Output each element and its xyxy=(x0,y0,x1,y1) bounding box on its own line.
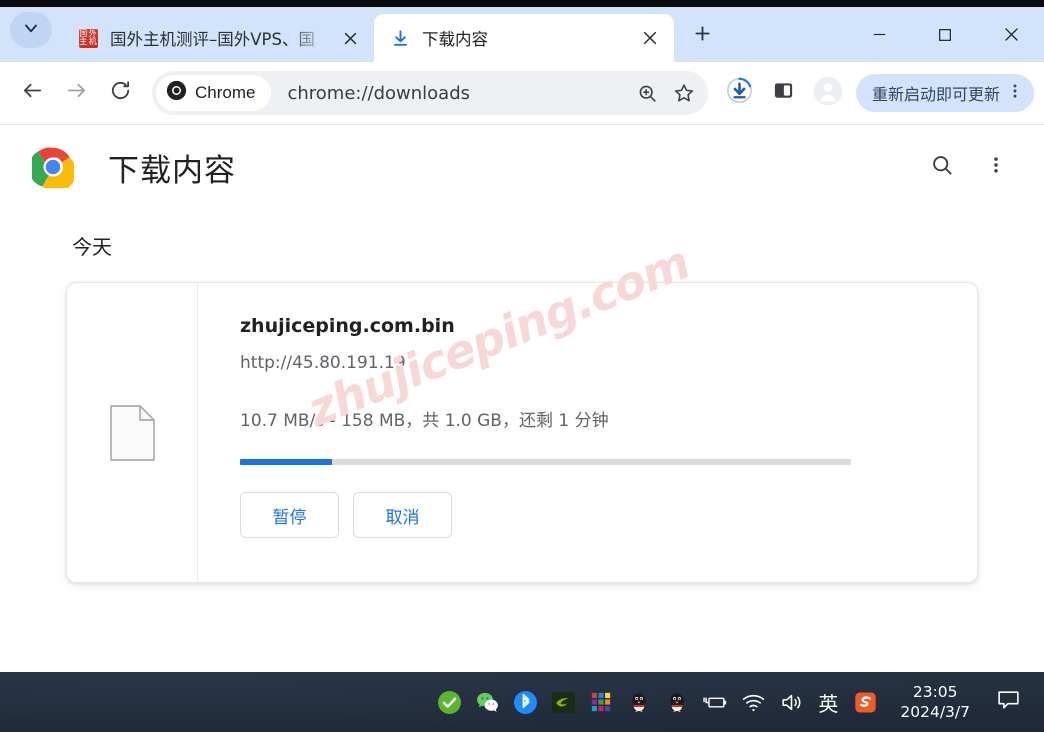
nvidia-icon[interactable] xyxy=(550,689,576,715)
tab-guowai-zhuji-ceping[interactable]: 国外主机 国外主机测评–国外VPS、国 xyxy=(62,14,374,62)
profile-avatar-button[interactable] xyxy=(808,73,848,113)
chrome-chip-label: Chrome xyxy=(195,83,255,103)
wechat-icon[interactable] xyxy=(474,689,500,715)
notification-icon xyxy=(996,687,1021,717)
new-tab-button[interactable] xyxy=(682,16,722,56)
date-group-heading: 今天 xyxy=(72,231,978,260)
volume-icon[interactable] xyxy=(778,689,804,715)
forward-button[interactable] xyxy=(54,71,98,115)
tab-strip: 国外主机 国外主机测评–国外VPS、国 下载内容 xyxy=(0,0,1044,62)
reload-button[interactable] xyxy=(98,71,142,115)
search-icon xyxy=(930,153,954,182)
chrome-origin-chip[interactable]: Chrome xyxy=(156,75,271,111)
tab-close-button[interactable] xyxy=(336,24,364,52)
download-icon xyxy=(390,28,410,48)
wifi-icon[interactable] xyxy=(740,689,766,715)
tab-close-button[interactable] xyxy=(636,24,664,52)
avatar-icon xyxy=(813,76,843,111)
downloads-more-menu-button[interactable] xyxy=(974,145,1018,189)
address-bar-url[interactable]: chrome://downloads xyxy=(287,83,630,104)
downloads-button[interactable] xyxy=(720,73,760,113)
qq-icon-2[interactable] xyxy=(664,689,690,715)
system-tray: 英 xyxy=(436,688,878,717)
generic-file-icon xyxy=(110,405,155,461)
security-check-icon[interactable] xyxy=(436,689,462,715)
download-source-url[interactable]: http://45.80.191.19 xyxy=(240,353,937,373)
update-button-label: 重新启动即可更新 xyxy=(872,81,1000,105)
tabs-container: 国外主机 国外主机测评–国外VPS、国 下载内容 xyxy=(62,0,722,62)
qq-icon[interactable] xyxy=(626,689,652,715)
desktop-background: 国外主机 国外主机测评–国外VPS、国 下载内容 xyxy=(0,0,1044,732)
tab-title: 国外主机测评–国外VPS、国 xyxy=(110,26,336,50)
side-panel-button[interactable] xyxy=(764,73,804,113)
download-action-buttons: 暂停 取消 xyxy=(240,492,937,538)
download-status-text: 10.7 MB/s - 158 MB，共 1.0 GB，还剩 1 分钟 xyxy=(240,406,937,431)
address-bar[interactable]: Chrome chrome://downloads xyxy=(152,71,708,115)
three-dots-vertical-icon xyxy=(986,154,1006,181)
plus-icon xyxy=(692,23,713,49)
color-grid-icon[interactable] xyxy=(588,689,614,715)
cancel-button[interactable]: 取消 xyxy=(353,492,452,538)
download-progress-fill xyxy=(240,459,332,465)
download-progress-bar xyxy=(240,459,851,465)
close-button[interactable] xyxy=(978,7,1044,62)
reload-icon xyxy=(109,79,132,107)
downloads-list: 今天 zhujiceping.com.bin http://45.80.191.… xyxy=(0,231,1044,583)
chrome-icon xyxy=(166,80,187,106)
minimize-button[interactable] xyxy=(846,7,912,62)
sogou-input-icon[interactable] xyxy=(852,689,878,715)
site-favicon-red-icon: 国外主机 xyxy=(78,28,98,48)
downloads-page-header: 下载内容 xyxy=(0,125,1044,209)
bluetooth-icon[interactable] xyxy=(512,689,538,715)
battery-icon[interactable] xyxy=(702,689,728,715)
tab-search-button[interactable] xyxy=(10,12,52,48)
tab-title: 下载内容 xyxy=(422,26,636,50)
ime-language-indicator[interactable]: 英 xyxy=(818,688,838,717)
browser-toolbar: Chrome chrome://downloads xyxy=(0,62,1044,125)
bookmark-star-icon[interactable] xyxy=(666,75,702,111)
notification-center-button[interactable] xyxy=(988,681,1028,723)
clock-date: 2024/3/7 xyxy=(900,702,970,722)
download-progress-icon xyxy=(726,77,753,109)
taskbar-clock[interactable]: 23:05 2024/3/7 xyxy=(900,682,970,722)
side-panel-icon xyxy=(772,79,795,107)
back-button[interactable] xyxy=(10,71,54,115)
download-details: zhujiceping.com.bin http://45.80.191.19 … xyxy=(198,283,977,582)
download-file-icon-column xyxy=(67,283,198,582)
windows-taskbar: 英 23:05 2024/3/7 xyxy=(0,672,1044,732)
chevron-down-icon xyxy=(21,18,41,43)
arrow-right-icon xyxy=(65,79,88,107)
clock-time: 23:05 xyxy=(900,682,970,702)
search-downloads-button[interactable] xyxy=(920,145,964,189)
zoom-in-icon[interactable] xyxy=(630,75,666,111)
maximize-button[interactable] xyxy=(912,7,978,62)
three-dots-vertical-icon[interactable] xyxy=(1006,81,1024,106)
downloads-page: 下载内容 今天 xyxy=(0,125,1044,672)
chrome-browser-window: 国外主机 国外主机测评–国外VPS、国 下载内容 xyxy=(0,0,1044,672)
tab-downloads[interactable]: 下载内容 xyxy=(374,14,674,62)
pause-button[interactable]: 暂停 xyxy=(240,492,339,538)
page-title: 下载内容 xyxy=(108,145,236,190)
update-available-button[interactable]: 重新启动即可更新 xyxy=(856,74,1034,112)
download-file-name[interactable]: zhujiceping.com.bin xyxy=(240,315,937,337)
chrome-logo-icon xyxy=(32,146,74,188)
download-item-card[interactable]: zhujiceping.com.bin http://45.80.191.19 … xyxy=(66,282,978,583)
window-controls xyxy=(846,7,1044,62)
arrow-left-icon xyxy=(21,79,44,107)
